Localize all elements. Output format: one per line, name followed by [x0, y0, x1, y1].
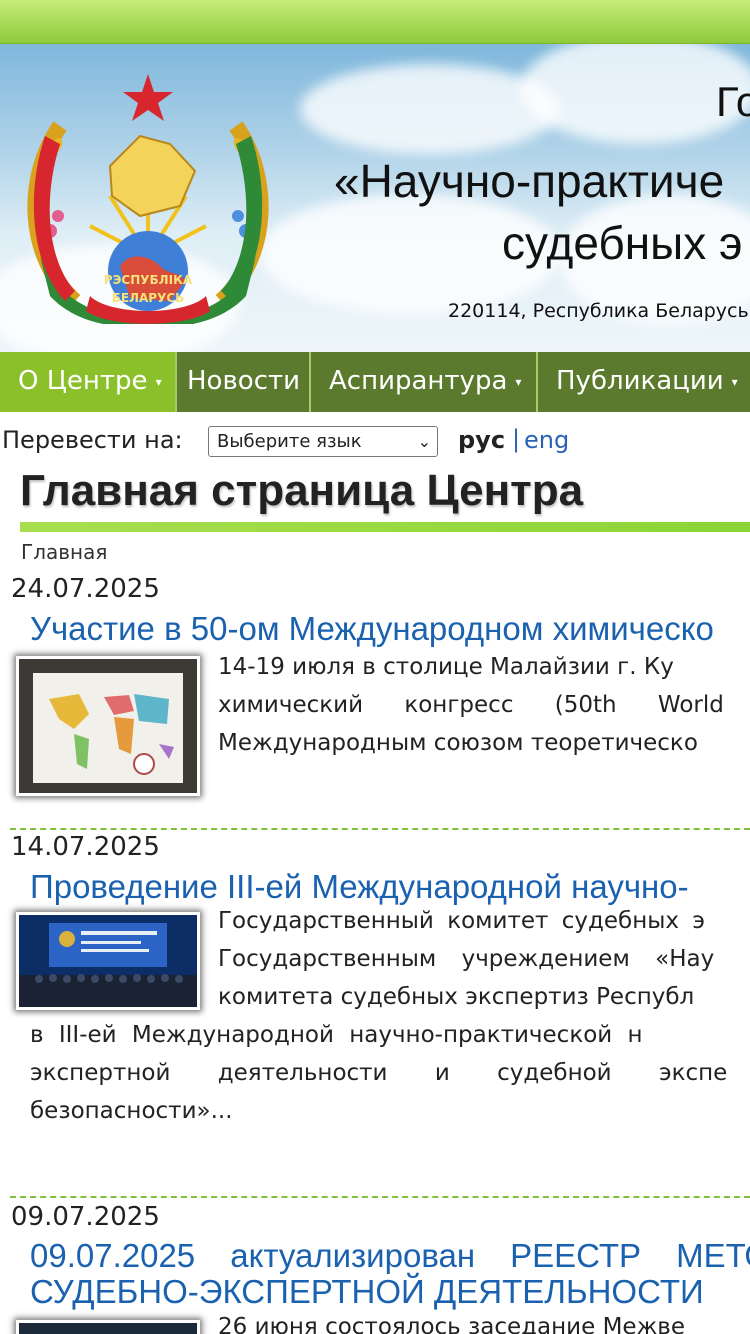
chevron-down-icon: ⌄ [417, 432, 431, 451]
news-excerpt: 14-19 июля в столице Малайзии г. Ку хими… [218, 654, 724, 756]
news-item: 24.07.2025 Участие в 50-ом Международном… [0, 574, 750, 834]
nav-item-label: Новости [187, 366, 301, 396]
nav-item-publications[interactable]: Публикации ▾ [538, 352, 750, 412]
news-date: 14.07.2025 [11, 832, 160, 862]
language-select[interactable]: Выберите язык ⌄ [208, 426, 438, 457]
site-header: РЭСПУБЛІКА БЕЛАРУСЬ Го «Научно-практиче … [0, 44, 750, 352]
chevron-down-icon: ▾ [515, 374, 522, 389]
news-item: 14.07.2025 Проведение III-ей Международн… [0, 832, 750, 1192]
news-title-link[interactable]: 09.07.2025 актуализирован РЕЕСТР МЕТО СУ… [30, 1238, 750, 1310]
nav-item-label: Аспирантура [329, 366, 508, 396]
document-photo-icon[interactable] [16, 1320, 200, 1334]
top-green-bar [0, 0, 750, 44]
world-map-photo-icon[interactable] [16, 656, 200, 796]
news-excerpt: 26 июня состоялось заседание Межве [218, 1314, 686, 1334]
conference-photo-icon[interactable] [16, 912, 200, 1010]
title-underline [20, 522, 750, 532]
chevron-down-icon: ▾ [155, 374, 162, 389]
svg-text:РЭСПУБЛІКА: РЭСПУБЛІКА [104, 273, 193, 287]
news-title-link[interactable]: Участие в 50-ом Международном химическо [30, 610, 714, 648]
page-title: Главная страница Центра [20, 466, 584, 515]
news-divider [10, 828, 750, 830]
lang-ru-link[interactable]: рус [458, 426, 505, 454]
news-date: 09.07.2025 [11, 1202, 160, 1232]
nav-item-postgraduate[interactable]: Аспирантура ▾ [311, 352, 538, 412]
news-title-link[interactable]: Проведение III-ей Международной научно- [30, 868, 689, 906]
lang-en-link[interactable]: eng [524, 426, 569, 454]
header-title-line-1: Го [716, 78, 750, 125]
news-excerpt: Государственный комитет судебных э Госуд… [218, 908, 715, 1010]
nav-item-label: Публикации [556, 366, 724, 396]
news-excerpt-continued: в III-ей Международной научно-практическ… [30, 1022, 728, 1124]
nav-item-about[interactable]: О Центре ▾ [0, 352, 177, 412]
news-date: 24.07.2025 [11, 574, 160, 604]
translate-label: Перевести на: [2, 426, 183, 454]
header-title-line-2: «Научно-практиче [334, 155, 725, 207]
nav-item-label: О Центре [18, 366, 148, 396]
cloud [300, 64, 560, 154]
header-title-line-3: судебных э [502, 217, 743, 269]
breadcrumb[interactable]: Главная [21, 540, 107, 564]
news-item: 09.07.2025 09.07.2025 актуализирован РЕЕ… [0, 1202, 750, 1334]
nav-item-news[interactable]: Новости [177, 352, 311, 412]
belarus-coat-of-arms-icon: РЭСПУБЛІКА БЕЛАРУСЬ [27, 74, 269, 324]
header-address: 220114, Республика Беларусь [448, 300, 749, 322]
chevron-down-icon: ▾ [731, 374, 738, 389]
main-nav: О Центре ▾ Новости Аспирантура ▾ Публикаци… [0, 352, 750, 412]
news-divider [10, 1196, 750, 1198]
svg-text:БЕЛАРУСЬ: БЕЛАРУСЬ [112, 291, 185, 305]
lang-separator: | [512, 425, 521, 453]
translate-bar: Перевести на: Выберите язык ⌄ рус | eng [0, 425, 750, 460]
language-select-value: Выберите язык [217, 431, 362, 452]
